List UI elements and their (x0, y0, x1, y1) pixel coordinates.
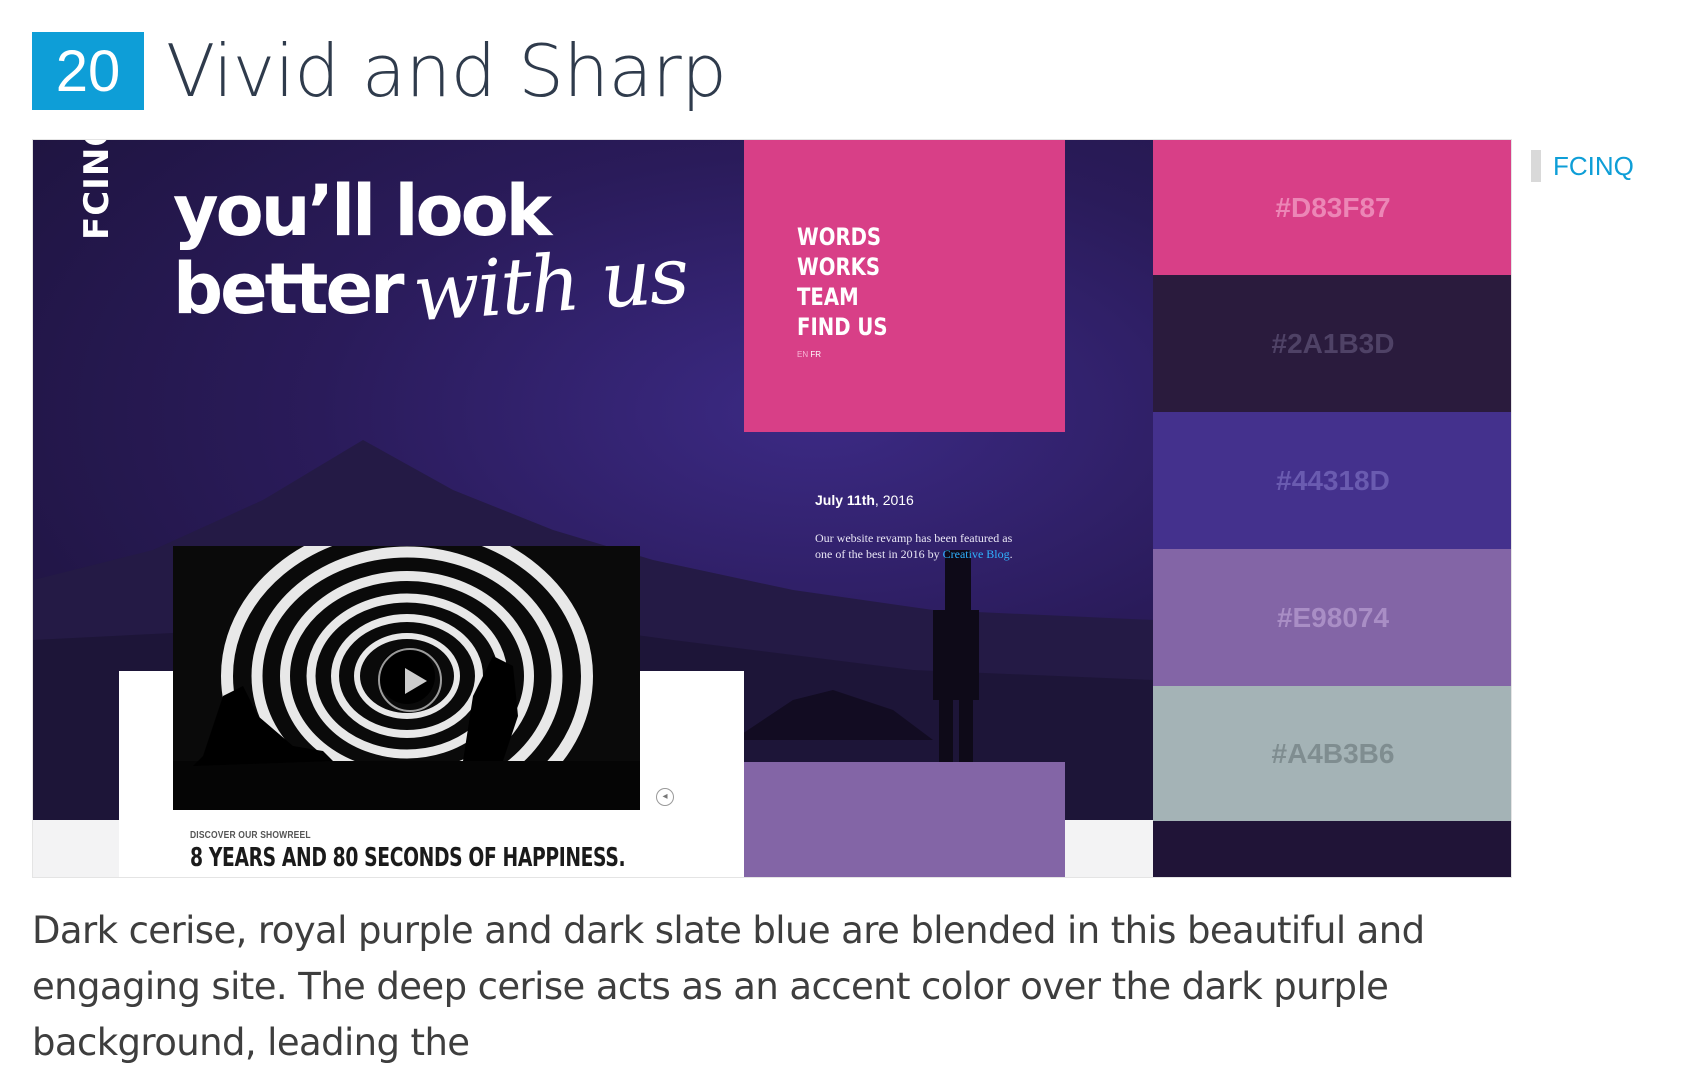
hero-headline-line1: you’ll look (173, 170, 552, 252)
brand-logo[interactable]: FCINQ (77, 140, 117, 276)
source-link[interactable]: FCINQ (1553, 151, 1634, 182)
news-date: July 11th, 2016 (815, 492, 914, 508)
purple-block (744, 762, 1065, 877)
color-palette: #D83F87 #2A1B3D #44318D #E98074 #A4B3B6 (1153, 140, 1511, 877)
color-swatch: #D83F87 (1153, 140, 1511, 275)
website-screenshot: FCINQ you’ll look better with us WORDS W… (32, 139, 1512, 878)
section-header: 20 Vivid and Sharp (32, 28, 727, 114)
description-paragraph: Dark cerise, royal purple and dark slate… (32, 909, 1425, 1064)
nav-item-words[interactable]: WORDS (797, 222, 888, 252)
color-swatch-label: #D83F87 (1275, 191, 1391, 223)
color-swatch: #44318D (1153, 412, 1511, 549)
lang-fr[interactable]: FR (810, 350, 821, 359)
color-swatch: #A4B3B6 (1153, 686, 1511, 821)
footer-strip-mid (1065, 820, 1153, 877)
color-swatch-label: #2A1B3D (1271, 327, 1395, 359)
color-swatch-label: #44318D (1276, 464, 1390, 496)
nav-item-find-us[interactable]: FIND US (797, 312, 888, 342)
nav-item-works[interactable]: WORKS (797, 252, 888, 282)
hero-headline-script: with us (410, 230, 691, 340)
showreel-video[interactable] (173, 546, 640, 810)
lang-en[interactable]: EN (797, 350, 808, 359)
play-icon[interactable] (378, 648, 442, 712)
showreel-title[interactable]: 8 YEARS AND 80 SECONDS OF HAPPINESS. (190, 843, 626, 873)
language-switcher: EN FR (797, 350, 821, 359)
color-swatch: #E98074 (1153, 549, 1511, 686)
item-number-badge: 20 (32, 32, 144, 110)
source-bar (1531, 150, 1541, 182)
creative-blog-link[interactable]: Creative Blog (943, 547, 1010, 561)
hero-headline-line2: better (173, 248, 405, 330)
nav-menu: WORDS WORKS TEAM FIND US (797, 222, 888, 342)
news-text: Our website revamp has been featured as … (815, 531, 1013, 561)
color-swatch: #2A1B3D (1153, 275, 1511, 412)
news-item: July 11th, 2016 Our website revamp has b… (815, 492, 1015, 562)
nav-item-team[interactable]: TEAM (797, 282, 888, 312)
color-swatch-label: #E98074 (1276, 601, 1390, 633)
color-swatch-label: #A4B3B6 (1271, 737, 1395, 769)
source-credit: FCINQ (1531, 150, 1634, 182)
nav-menu-panel: WORDS WORKS TEAM FIND US EN FR (744, 140, 1065, 432)
showreel-kicker: DISCOVER OUR SHOWREEL (190, 830, 311, 841)
footer-strip-left (33, 820, 119, 877)
section-title: Vivid and Sharp (166, 29, 727, 113)
mute-icon[interactable]: ◂ (656, 788, 674, 806)
